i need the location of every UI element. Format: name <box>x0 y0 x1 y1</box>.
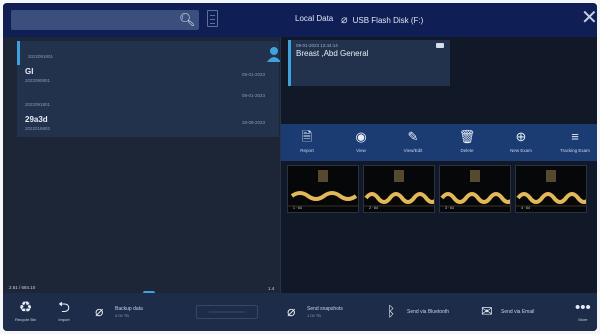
page-title: Local Data <box>295 14 334 23</box>
storage-right-value: 1.4 <box>268 286 275 291</box>
more-label: More <box>578 317 588 322</box>
patient-date: 09-01-2023 <box>241 72 265 77</box>
send-snapshots-label: Send snapshots <box>307 306 343 312</box>
disabled-action <box>196 305 258 319</box>
report-button[interactable]: 🗎︎ Report <box>287 128 327 153</box>
view-edit-button[interactable]: ✎ View/Edit <box>393 128 433 153</box>
ultrasound-thumbnail[interactable]: 4 · 64 <box>515 165 587 213</box>
thumbnail-label: 4 · 64 <box>521 206 530 210</box>
recycle-bin-label: Recycle Bin <box>15 317 37 322</box>
delete-button[interactable]: 🗑︎ Delete <box>447 128 487 153</box>
thumbnail-strip: 1 · 64 2 · 64 3 · 64 4 · 64 <box>281 161 597 217</box>
study-date: 09-01-2023 12:44:14 <box>296 43 338 48</box>
ultrasound-thumbnail[interactable]: 3 · 64 <box>439 165 511 213</box>
bottom-action-bar: ♻︎ Recycle Bin ⮌ Import ⌀ Backup data 0.… <box>3 293 597 331</box>
recycle-icon: ♻︎ <box>18 299 33 316</box>
email-icon: ✉ <box>481 303 493 319</box>
import-button[interactable]: ⮌ Import <box>58 299 70 322</box>
report-label: Report <box>300 148 314 153</box>
paperclip-icon: ⌀ <box>95 303 104 319</box>
thumbnail-label: 3 · 64 <box>445 206 454 210</box>
patient-name: 29a3d <box>25 115 48 124</box>
view-button[interactable]: ◉ View <box>341 128 381 153</box>
study-card[interactable]: 09-01-2023 12:44:14 Breast ,Abd General <box>288 40 450 86</box>
eye-icon: ◉ <box>355 129 367 144</box>
new-exam-label: New Exam <box>510 148 532 153</box>
backup-data-label: Backup data <box>115 306 143 312</box>
close-icon[interactable]: ✕ <box>581 8 597 28</box>
list-item[interactable]: 2022091801 08-01-2023 <box>17 89 279 113</box>
usb-link-icon: ⌀ <box>341 14 348 26</box>
bluetooth-icon: ᛒ <box>387 303 396 319</box>
send-email-label: Send via Email <box>501 309 535 315</box>
patient-id: 2022091801 <box>28 54 54 59</box>
storage-usage: 2.61 / 684.10 <box>9 285 36 290</box>
pencil-icon: ✎ <box>407 129 419 144</box>
storage-footer: 2.61 / 684.10 1.4 <box>3 277 280 297</box>
storage-source-label: USB Flash Disk (F:) <box>352 16 424 25</box>
study-toolbar: 🗎︎ Report ◉ View ✎ View/Edit 🗑︎ Delete ⊕… <box>281 124 597 161</box>
tracking-exam-label: Tracking Exam <box>560 148 590 153</box>
study-title: Breast ,Abd General <box>296 49 369 58</box>
tracking-exam-button[interactable]: ≡ Tracking Exam <box>555 128 595 153</box>
thumbnail-label: 1 · 64 <box>293 206 302 210</box>
trash-icon: 🗑︎ <box>458 129 476 144</box>
video-camera-icon <box>436 43 444 48</box>
paperclip-icon: ⌀ <box>287 303 296 319</box>
ultrasound-thumbnail[interactable]: 1 · 64 <box>287 165 359 213</box>
send-bluetooth-label: Send via Bluetooth <box>407 309 449 315</box>
view-edit-label: View/Edit <box>403 148 423 153</box>
thumbnail-label: 2 · 64 <box>369 206 378 210</box>
patient-name: GI <box>25 67 34 76</box>
patient-id: 2022090801 <box>25 78 51 83</box>
backup-data-sub: 0.00 TB <box>115 313 129 318</box>
delete-label: Delete <box>460 148 474 153</box>
patient-id: 2022016802 <box>25 126 51 131</box>
patient-date: 28-08-2023 <box>241 120 265 125</box>
study-panel: 09-01-2023 12:44:14 Breast ,Abd General … <box>280 37 597 293</box>
import-label: Import <box>58 317 70 322</box>
app-window: 🔍︎ Local Data ⌀ USB Flash Disk (F:) ✕ 202… <box>3 3 597 331</box>
more-icon: ••• <box>575 299 591 316</box>
import-icon: ⮌ <box>58 299 71 316</box>
list-item[interactable]: 29a3d 2022016802 28-08-2023 <box>17 113 279 137</box>
patient-id: 2022091801 <box>25 102 51 107</box>
storage-source[interactable]: ⌀ USB Flash Disk (F:) <box>341 13 423 26</box>
list-item[interactable]: 2022091801 <box>17 41 281 65</box>
tracking-icon: ≡ <box>571 129 579 144</box>
send-snapshots-sub: 1.00 TB <box>307 313 321 318</box>
recycle-bin-button[interactable]: ♻︎ Recycle Bin <box>15 299 36 322</box>
ultrasound-thumbnail[interactable]: 2 · 64 <box>363 165 435 213</box>
report-icon: 🗎︎ <box>301 129 313 144</box>
patient-date: 08-01-2023 <box>241 93 265 98</box>
add-circle-icon: ⊕ <box>515 129 527 144</box>
patient-list: 2022091801 GI 2022090801 09-01-2023 2022… <box>3 37 281 277</box>
view-label: View <box>356 148 366 153</box>
top-bar: 🔍︎ Local Data ⌀ USB Flash Disk (F:) ✕ <box>3 3 597 37</box>
list-item[interactable]: GI 2022090801 09-01-2023 <box>17 65 279 89</box>
new-exam-button[interactable]: ⊕ New Exam <box>501 128 541 153</box>
list-view-icon[interactable] <box>207 10 218 27</box>
search-input[interactable]: 🔍︎ <box>11 10 199 30</box>
more-button[interactable]: ••• More <box>575 299 591 322</box>
search-icon[interactable]: 🔍︎ <box>179 12 196 28</box>
